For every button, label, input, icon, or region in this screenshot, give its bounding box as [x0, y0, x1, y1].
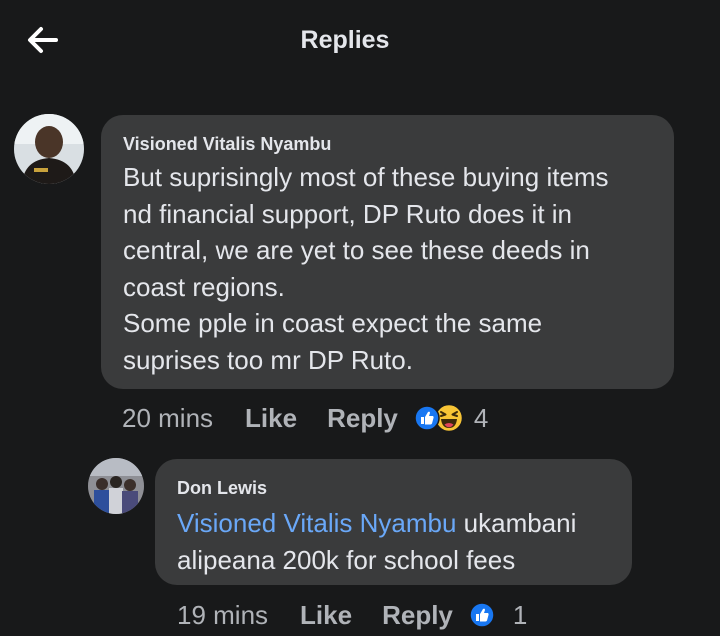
comment-line: Visioned Vitalis Nyambu ukambani [177, 505, 610, 542]
reply-button[interactable]: Reply [327, 403, 398, 434]
like-button[interactable]: Like [245, 403, 297, 434]
avatar[interactable] [14, 114, 84, 184]
comment-line: alipeana 200k for school fees [177, 544, 516, 575]
like-icon [469, 602, 495, 628]
comment-text: Visioned Vitalis Nyambu ukambani alipean… [177, 505, 610, 578]
profile-photo [88, 458, 144, 514]
profile-photo [14, 114, 84, 184]
comment-actions: 20 mins Like Reply 4 [122, 400, 488, 436]
page-title: Replies [300, 26, 390, 54]
comment-text: But suprisingly most of these buying ite… [123, 159, 652, 378]
reaction-count[interactable]: 1 [513, 600, 527, 631]
comment-line: Some pple in coast expect the same [123, 308, 543, 338]
like-button[interactable]: Like [300, 600, 352, 631]
reactions-summary[interactable] [414, 403, 464, 433]
comment-line: nd financial support, DP Ruto does it in [123, 198, 573, 229]
comment-line: coast regions. [123, 271, 285, 302]
comment-timestamp[interactable]: 20 mins [122, 403, 213, 434]
comment-line: But suprisingly most of these buying ite… [123, 162, 609, 192]
reactions-summary[interactable] [469, 602, 495, 628]
mention-link[interactable]: Visioned Vitalis Nyambu [177, 508, 456, 538]
comment-actions: 19 mins Like Reply 1 [177, 597, 527, 633]
comment-author[interactable]: Visioned Vitalis Nyambu [123, 133, 652, 155]
comment-text-fragment: ukambani [456, 508, 577, 538]
avatar[interactable] [88, 458, 144, 514]
comment-line: central, we are yet to see these deeds i… [123, 235, 590, 265]
comment-author[interactable]: Don Lewis [177, 477, 610, 499]
comment-timestamp[interactable]: 19 mins [177, 600, 268, 631]
comment-bubble[interactable]: Visioned Vitalis Nyambu But suprisingly … [101, 115, 674, 389]
reply-button[interactable]: Reply [382, 600, 453, 631]
reaction-count[interactable]: 4 [474, 403, 488, 434]
comment-bubble[interactable]: Don Lewis Visioned Vitalis Nyambu ukamba… [155, 459, 632, 585]
header-bar: Replies [0, 0, 720, 84]
comment-line: suprises too mr DP Ruto. [123, 344, 413, 375]
like-icon [414, 405, 440, 431]
